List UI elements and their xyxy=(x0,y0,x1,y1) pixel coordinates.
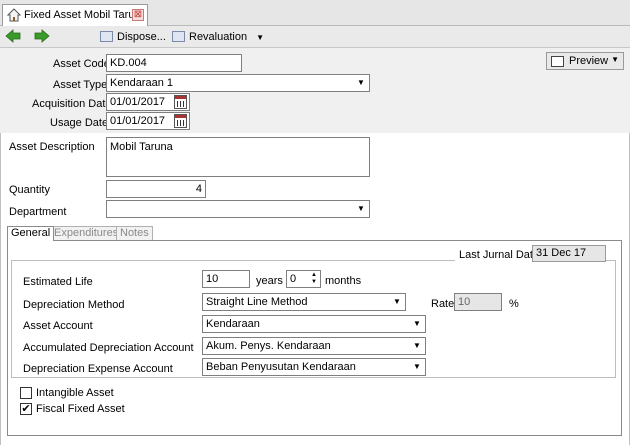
asset-account-select[interactable]: Kendaraan ▼ xyxy=(202,315,426,333)
spin-up-icon[interactable]: ▲ xyxy=(309,272,319,279)
usage-date-value: 01/01/2017 xyxy=(110,115,166,127)
estimated-life-months-value: 0 xyxy=(290,273,297,285)
spin-down-icon[interactable]: ▼ xyxy=(309,279,319,286)
department-select[interactable]: ▼ xyxy=(106,200,370,218)
estimated-life-label: Estimated Life xyxy=(23,276,93,288)
chevron-down-icon[interactable]: ▼ xyxy=(354,76,368,90)
document-tab[interactable]: Fixed Asset Mobil Taru... ⊠ xyxy=(2,4,148,26)
preview-label: Preview xyxy=(569,55,609,67)
depreciation-method-value: Straight Line Method xyxy=(206,296,308,308)
acquisition-date-label: Acquisition Date xyxy=(32,98,112,110)
depreciation-method-select[interactable]: Straight Line Method ▼ xyxy=(202,293,406,311)
calendar-icon[interactable] xyxy=(174,95,187,109)
forward-arrow-icon[interactable] xyxy=(34,29,50,43)
quantity-label: Quantity xyxy=(9,184,50,196)
last-jurnal-date-label: Last Jurnal Date xyxy=(455,248,544,262)
last-jurnal-date-value: 31 Dec 17 xyxy=(532,245,606,262)
depreciation-expense-select[interactable]: Beban Penyusutan Kendaraan ▼ xyxy=(202,358,426,376)
tab-expenditures[interactable]: Expenditures xyxy=(50,226,123,240)
years-label: years xyxy=(256,275,283,287)
accumulated-depreciation-select[interactable]: Akum. Penys. Kendaraan ▼ xyxy=(202,337,426,355)
chevron-down-icon[interactable]: ▼ xyxy=(611,55,619,64)
fiscal-fixed-asset-checkbox[interactable]: ✔ xyxy=(20,403,32,415)
intangible-asset-label: Intangible Asset xyxy=(36,387,114,399)
revaluation-icon xyxy=(172,31,185,42)
asset-code-input[interactable]: KD.004 xyxy=(106,54,242,72)
estimated-life-years-input[interactable]: 10 xyxy=(202,270,250,288)
intangible-asset-checkbox[interactable] xyxy=(20,387,32,399)
chevron-down-icon[interactable]: ▼ xyxy=(390,295,404,309)
acquisition-date-input[interactable]: 01/01/2017 xyxy=(106,93,190,111)
tab-notes[interactable]: Notes xyxy=(116,226,153,240)
asset-type-select[interactable]: Kendaraan 1 ▼ xyxy=(106,74,370,92)
asset-type-value: Kendaraan 1 xyxy=(110,77,173,89)
rate-label: Rate xyxy=(431,298,455,310)
depreciation-method-label: Depreciation Method xyxy=(23,299,125,311)
estimated-life-months-spinner[interactable]: 0 ▲ ▼ xyxy=(286,270,321,288)
department-label: Department xyxy=(9,206,67,218)
depreciation-expense-value: Beban Penyusutan Kendaraan xyxy=(206,361,356,373)
chevron-down-icon[interactable]: ▼ xyxy=(256,33,264,42)
asset-type-label: Asset Type xyxy=(53,79,108,91)
tab-general[interactable]: General xyxy=(7,226,55,241)
accumulated-depreciation-value: Akum. Penys. Kendaraan xyxy=(206,340,331,352)
document-tab-title: Fixed Asset Mobil Taru... xyxy=(24,9,144,21)
spinner-arrows[interactable]: ▲ ▼ xyxy=(309,272,319,287)
dispose-button[interactable]: Dispose... xyxy=(100,29,166,45)
revaluation-label: Revaluation xyxy=(189,31,248,43)
quantity-input[interactable]: 4 xyxy=(106,180,206,198)
dispose-label: Dispose... xyxy=(117,31,166,43)
months-label: months xyxy=(325,275,362,287)
printer-icon xyxy=(551,56,564,67)
chevron-down-icon[interactable]: ▼ xyxy=(410,360,424,374)
toolbar: Dispose... Revaluation ▼ xyxy=(0,26,630,48)
usage-date-label: Usage Date xyxy=(50,117,109,129)
asset-account-value: Kendaraan xyxy=(206,318,260,330)
rate-input: 10 xyxy=(454,293,502,311)
chevron-down-icon[interactable]: ▼ xyxy=(354,202,368,216)
rate-percent: % xyxy=(509,298,519,310)
depreciation-expense-label: Depreciation Expense Account xyxy=(23,363,173,375)
calendar-icon[interactable] xyxy=(174,114,187,128)
acquisition-date-value: 01/01/2017 xyxy=(110,96,166,108)
chevron-down-icon[interactable]: ▼ xyxy=(410,339,424,353)
chevron-down-icon[interactable]: ▼ xyxy=(410,317,424,331)
asset-description-label: Asset Description xyxy=(9,141,95,153)
close-tab-icon[interactable]: ⊠ xyxy=(132,9,144,21)
home-icon xyxy=(7,8,21,22)
fiscal-fixed-asset-label: Fiscal Fixed Asset xyxy=(36,403,125,415)
back-arrow-icon[interactable] xyxy=(5,29,21,43)
preview-button[interactable]: Preview ▼ xyxy=(546,52,624,70)
dispose-icon xyxy=(100,31,113,42)
asset-account-label: Asset Account xyxy=(23,320,93,332)
asset-code-label: Asset Code xyxy=(53,58,110,70)
accumulated-depreciation-label: Accumulated Depreciation Account xyxy=(23,342,194,354)
usage-date-input[interactable]: 01/01/2017 xyxy=(106,112,190,130)
revaluation-button[interactable]: Revaluation ▼ xyxy=(172,29,264,45)
asset-description-textarea[interactable]: Mobil Taruna xyxy=(106,137,370,177)
